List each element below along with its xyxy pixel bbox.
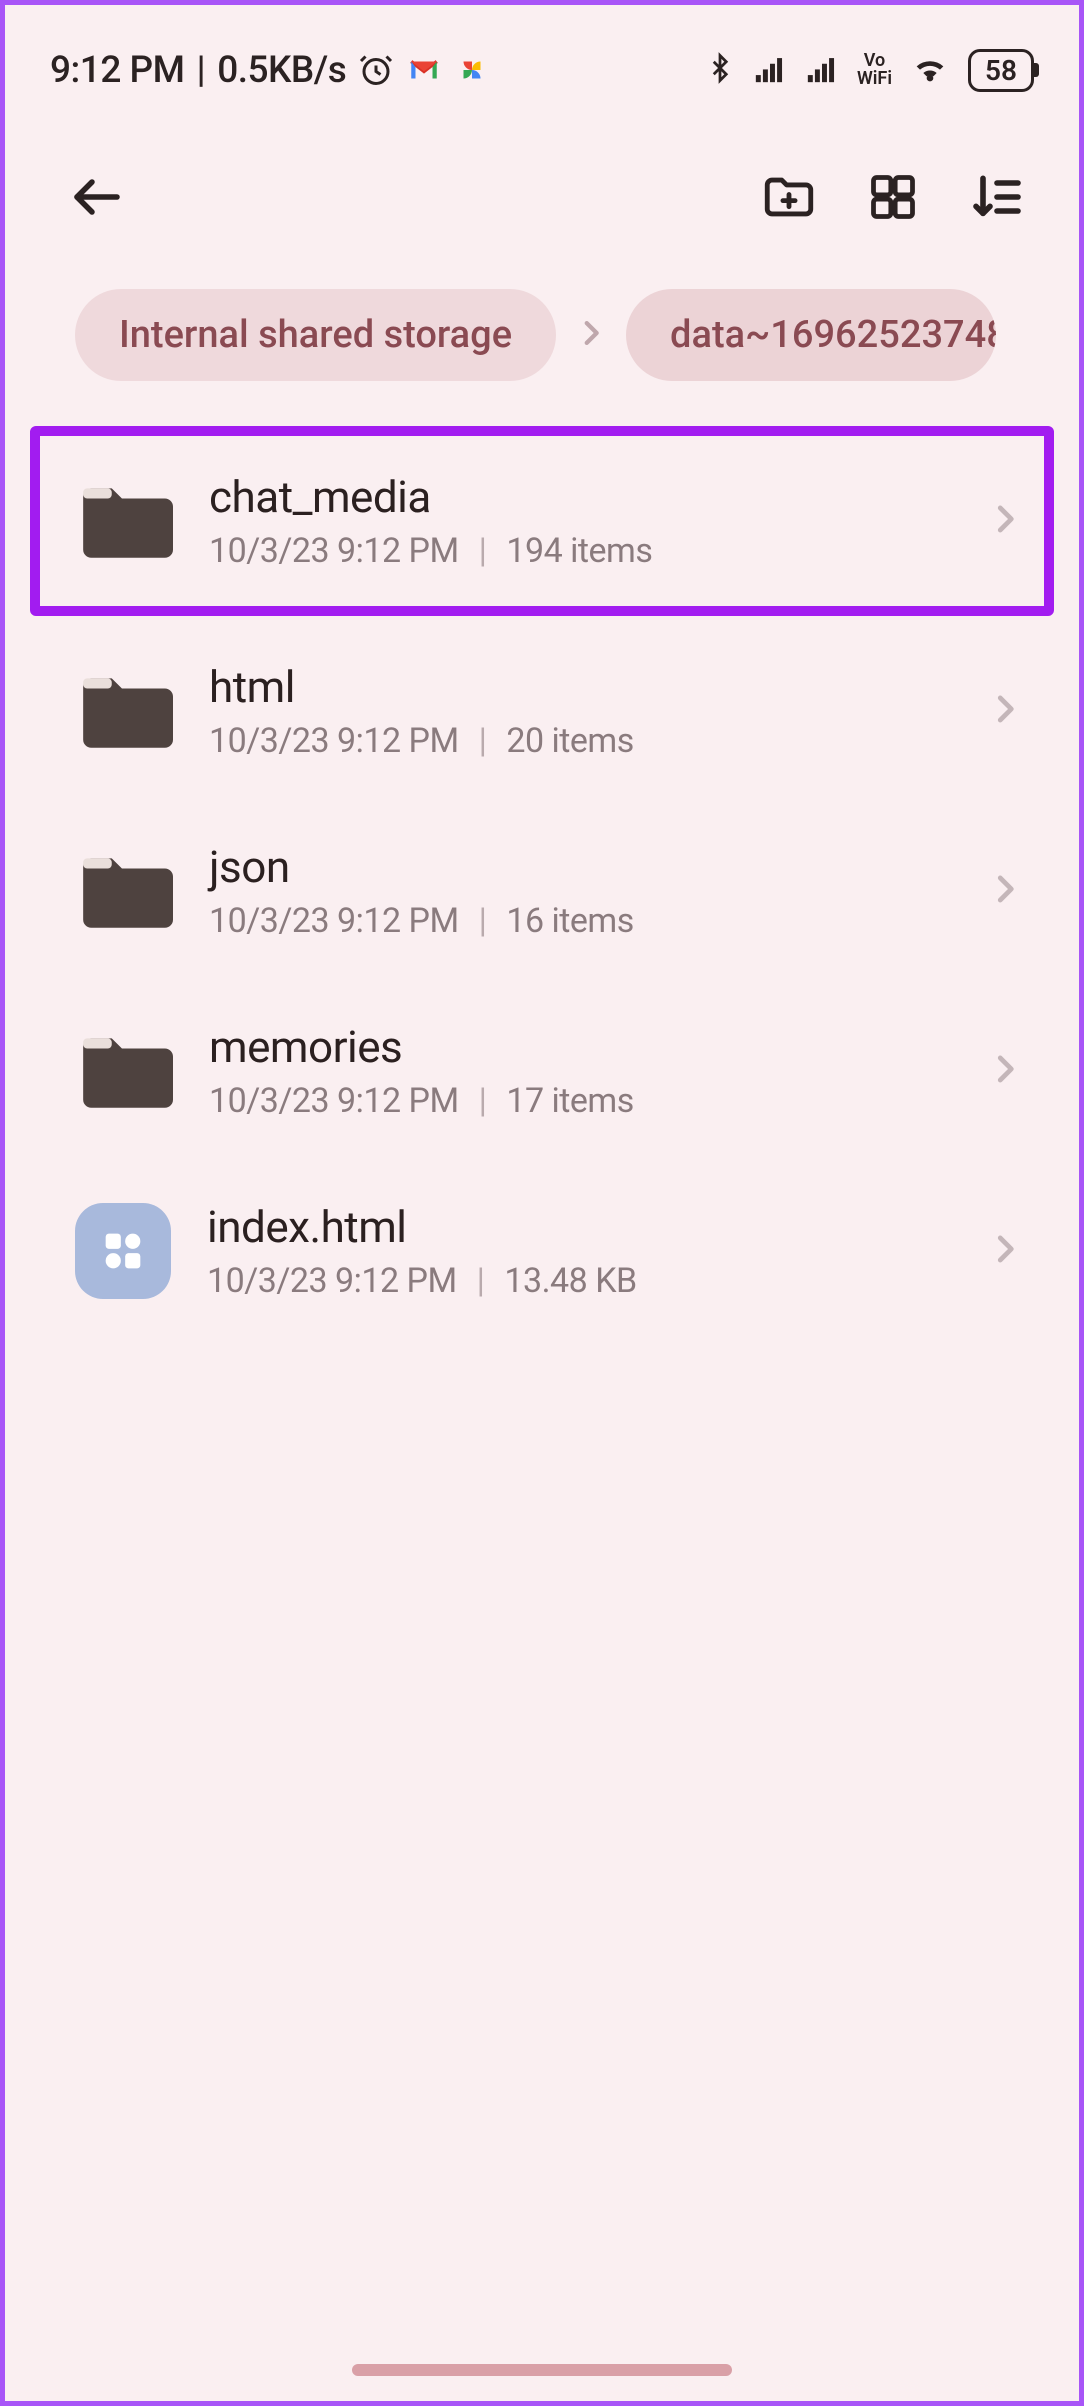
google-photos-icon — [454, 52, 490, 88]
file-meta: 10/3/23 9:12 PM | 194 items — [209, 531, 950, 571]
signal-2-icon — [805, 51, 839, 89]
status-sep: | — [197, 49, 206, 92]
file-date: 10/3/23 9:12 PM — [209, 901, 459, 941]
status-time: 9:12 PM — [50, 49, 185, 92]
breadcrumb-current[interactable]: data~1696252374862 — [626, 289, 996, 381]
file-info: json 10/3/23 9:12 PM | 16 items — [209, 841, 950, 941]
signal-1-icon — [753, 51, 787, 89]
folder-row[interactable]: json 10/3/23 9:12 PM | 16 items — [30, 801, 1054, 981]
battery-indicator: 58 — [968, 49, 1034, 92]
file-meta: 10/3/23 9:12 PM | 17 items — [209, 1081, 950, 1121]
file-name: json — [209, 841, 950, 893]
status-right: Vo WiFi 58 — [705, 48, 1034, 92]
volte-wifi-label: Vo WiFi — [857, 52, 892, 88]
wifi-icon — [910, 48, 950, 92]
file-date: 10/3/23 9:12 PM — [209, 1081, 459, 1121]
grid-view-button[interactable] — [861, 165, 925, 229]
file-detail: 194 items — [506, 531, 652, 571]
folder-icon — [75, 670, 173, 752]
file-list: chat_media 10/3/23 9:12 PM | 194 items h… — [5, 426, 1079, 1341]
back-button[interactable] — [65, 165, 129, 229]
file-date: 10/3/23 9:12 PM — [207, 1261, 457, 1301]
file-detail: 17 items — [506, 1081, 633, 1121]
new-folder-button[interactable] — [757, 165, 821, 229]
file-date: 10/3/23 9:12 PM — [209, 531, 459, 571]
chevron-right-icon — [574, 316, 608, 354]
chevron-right-icon — [986, 1050, 1024, 1092]
bluetooth-icon — [705, 51, 735, 89]
folder-row[interactable]: html 10/3/23 9:12 PM | 20 items — [30, 621, 1054, 801]
folder-row[interactable]: memories 10/3/23 9:12 PM | 17 items — [30, 981, 1054, 1161]
file-detail: 20 items — [506, 721, 633, 761]
sort-button[interactable] — [965, 165, 1029, 229]
chevron-right-icon — [986, 1230, 1024, 1272]
file-detail: 16 items — [506, 901, 633, 941]
status-bar: 9:12 PM | 0.5KB/s — [5, 5, 1079, 125]
home-indicator[interactable] — [352, 2364, 732, 2376]
battery-level: 58 — [985, 54, 1017, 87]
file-info: memories 10/3/23 9:12 PM | 17 items — [209, 1021, 950, 1121]
file-info: html 10/3/23 9:12 PM | 20 items — [209, 661, 950, 761]
html-file-icon — [75, 1203, 171, 1299]
file-meta: 10/3/23 9:12 PM | 16 items — [209, 901, 950, 941]
chevron-right-icon — [986, 500, 1024, 542]
chevron-right-icon — [986, 690, 1024, 732]
file-row[interactable]: index.html 10/3/23 9:12 PM | 13.48 KB — [30, 1161, 1054, 1341]
alarm-icon — [358, 52, 394, 88]
file-date: 10/3/23 9:12 PM — [209, 721, 459, 761]
file-name: memories — [209, 1021, 950, 1073]
file-detail: 13.48 KB — [504, 1261, 636, 1301]
gmail-icon — [406, 52, 442, 88]
status-left: 9:12 PM | 0.5KB/s — [50, 49, 490, 92]
chevron-right-icon — [986, 870, 1024, 912]
folder-icon — [75, 850, 173, 932]
folder-icon — [75, 1030, 173, 1112]
file-info: chat_media 10/3/23 9:12 PM | 194 items — [209, 471, 950, 571]
file-name: html — [209, 661, 950, 713]
breadcrumb-root[interactable]: Internal shared storage — [75, 289, 556, 381]
status-net-speed: 0.5KB/s — [217, 49, 346, 92]
toolbar — [5, 125, 1079, 259]
file-meta: 10/3/23 9:12 PM | 13.48 KB — [207, 1261, 950, 1301]
file-info: index.html 10/3/23 9:12 PM | 13.48 KB — [207, 1201, 950, 1301]
folder-icon — [75, 480, 173, 562]
folder-row[interactable]: chat_media 10/3/23 9:12 PM | 194 items — [30, 426, 1054, 616]
file-name: index.html — [207, 1201, 950, 1253]
file-meta: 10/3/23 9:12 PM | 20 items — [209, 721, 950, 761]
breadcrumb: Internal shared storage data~16962523748… — [5, 259, 1079, 421]
file-name: chat_media — [209, 471, 950, 523]
